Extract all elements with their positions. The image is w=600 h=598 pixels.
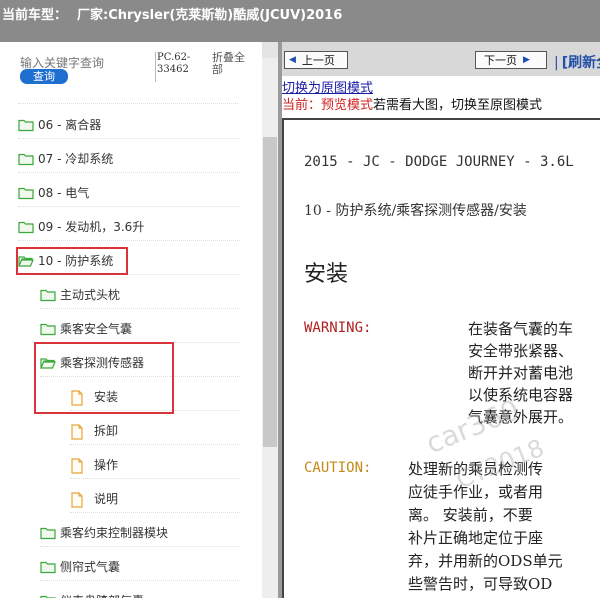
caution-line: 弃，并用新的ODS单元 [408, 552, 563, 570]
arrow-left-icon: ◀ [289, 55, 296, 65]
tree-scrollbar[interactable] [262, 42, 278, 598]
tree-item-folder[interactable]: 07 - 冷却系统 [18, 145, 240, 173]
highlight-box-sensor [34, 342, 174, 414]
prev-page-button[interactable]: ◀ 上一页 [284, 51, 348, 69]
tree-item-document[interactable]: 拆卸 [70, 417, 240, 445]
warning-line: 断开并对蓄电池 [468, 364, 574, 382]
scroll-thumb[interactable] [263, 137, 277, 447]
caution-line: 补片正确地定位于座 [408, 529, 544, 547]
current-model-label: 当前车型： [2, 8, 68, 23]
caution-line: 些警告时，可导致OD [408, 575, 553, 593]
prev-page-label: 上一页 [301, 54, 335, 67]
folder-icon [40, 288, 56, 302]
tree-item-label: 主动式头枕 [60, 288, 121, 302]
tree-item-label: 乘客安全气囊 [60, 322, 133, 336]
next-page-label: 下一页 [484, 54, 517, 67]
tree-item-label: 乘客约束控制器模块 [60, 526, 169, 540]
caution-line: 离。 安装前，不要 [408, 506, 533, 524]
content-panel: ◀ 上一页 下一页 ▶ |[刷新全 切换为原图模式 当前：预览模式若需看大图，切… [282, 42, 600, 598]
tree-item-label: 07 - 冷却系统 [38, 152, 114, 166]
collapse-all-link[interactable]: 折叠全部 [212, 52, 252, 76]
search-bar: 查询 PC.62-33462 折叠全部 [0, 42, 278, 90]
doc-vehicle-header: 2015 - JC - DODGE JOURNEY - 3.6L [304, 154, 574, 170]
tree-item-folder[interactable]: 主动式头枕 [40, 281, 240, 309]
tree-item-folder[interactable]: 乘客安全气囊 [40, 315, 240, 343]
window-title-bar: 当前车型： 厂家:Chrysler(克莱斯勒)酷威(JCUV)2016 [0, 0, 600, 42]
folder-icon [40, 560, 56, 574]
folder-icon [18, 220, 34, 234]
tree-item-folder[interactable]: 仪表盘膝部气囊 [40, 587, 240, 598]
folder-icon [40, 322, 56, 336]
refresh-separator: | [554, 55, 559, 71]
document-icon [70, 491, 86, 508]
scroll-up-button[interactable] [262, 42, 278, 58]
warning-line: 在装备气囊的车 [468, 320, 574, 338]
folder-icon [18, 152, 34, 166]
search-button[interactable]: 查询 [20, 69, 68, 84]
tree-item-label: 拆卸 [94, 424, 119, 438]
preview-mode-hint: 若需看大图，切换至原图模式 [373, 98, 543, 113]
current-model-value: 厂家:Chrysler(克莱斯勒)酷威(JCUV)2016 [77, 8, 343, 23]
tree-item-folder[interactable]: 乘客约束控制器模块 [40, 519, 240, 547]
refresh-label: [刷新全 [561, 55, 600, 71]
tree-item-label: 06 - 离合器 [38, 118, 102, 132]
doc-section-path: 10 - 防护系统/乘客探测传感器/安装 [304, 203, 527, 219]
caution-label: CAUTION: [304, 460, 372, 476]
page-nav-bar: ◀ 上一页 下一页 ▶ |[刷新全 [282, 42, 600, 76]
folder-icon [40, 526, 56, 540]
document-icon [70, 457, 86, 474]
folder-icon [40, 594, 56, 598]
arrow-right-icon: ▶ [523, 55, 530, 65]
document-icon [70, 423, 86, 440]
tree-item-label: 仪表盘膝部气囊 [60, 592, 144, 598]
tree-item-folder[interactable]: 侧帘式气囊 [40, 553, 240, 581]
preview-mode-label: 当前：预览模式 [282, 98, 374, 113]
warning-line: 安全带张紧器、 [468, 342, 574, 360]
doc-title: 安装 [304, 262, 349, 287]
tree-item-label: 08 - 电气 [38, 186, 90, 200]
tree-item-folder[interactable]: 09 - 发动机，3.6升 [18, 213, 240, 241]
tree-item-partial[interactable] [18, 90, 238, 104]
highlight-box-protection [16, 247, 128, 275]
document-view: 2015 - JC - DODGE JOURNEY - 3.6L 10 - 防护… [282, 118, 600, 598]
warning-line: 以使系统电容器 [468, 386, 574, 404]
preview-mode-notice: 当前：预览模式若需看大图，切换至原图模式 [282, 94, 542, 113]
tree-item-folder[interactable]: 06 - 离合器 [18, 111, 240, 139]
navigation-panel: 查询 PC.62-33462 折叠全部 06 - 离合器 07 - 冷却系统 08 … [0, 42, 278, 598]
tree-item-label: 09 - 发动机，3.6升 [38, 220, 145, 234]
pc-code: PC.62-33462 [155, 52, 197, 82]
tree-item-document[interactable]: 说明 [70, 485, 240, 513]
tree-item-label: 说明 [94, 492, 119, 506]
folder-icon [18, 186, 34, 200]
refresh-link[interactable]: |[刷新全 [554, 52, 600, 72]
folder-icon [18, 118, 34, 132]
next-page-button[interactable]: 下一页 ▶ [475, 51, 547, 69]
tree-item-label: 操作 [94, 458, 119, 472]
tree-item-folder[interactable]: 08 - 电气 [18, 179, 240, 207]
tree-item-label: 侧帘式气囊 [60, 560, 121, 574]
warning-label: WARNING: [304, 320, 372, 336]
tree-item-document[interactable]: 操作 [70, 451, 240, 479]
